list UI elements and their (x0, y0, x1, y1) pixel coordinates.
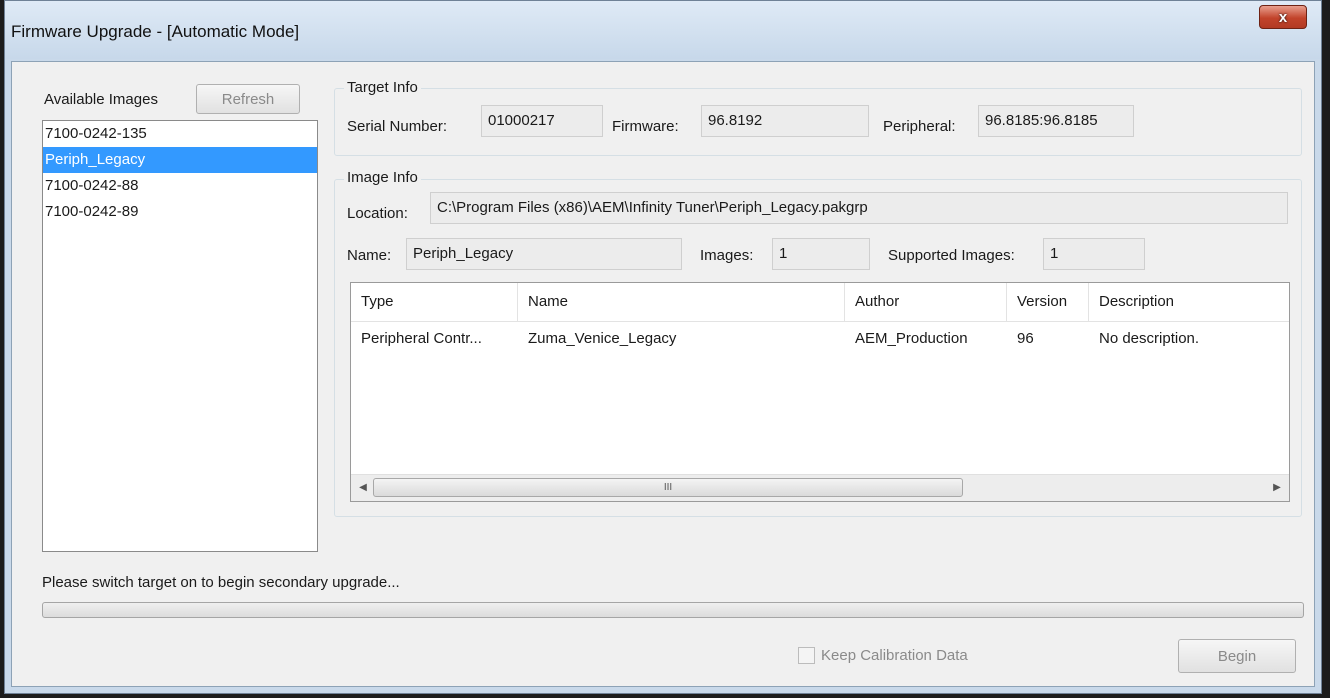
cell-description: No description. (1099, 330, 1200, 347)
cell-version: 96 (1017, 330, 1034, 347)
location-label: Location: (347, 205, 408, 222)
keep-calibration-checkbox[interactable] (798, 647, 815, 664)
images-label: Images: (700, 247, 754, 264)
upgrade-progress-bar (42, 602, 1304, 618)
table-row[interactable]: Peripheral Contr... Zuma_Venice_Legacy A… (351, 321, 1289, 357)
table-header: Type Name Author Version Description (351, 283, 1289, 322)
firmware-label: Firmware: (612, 118, 679, 135)
location-field: C:\Program Files (x86)\AEM\Infinity Tune… (430, 192, 1288, 224)
target-info-title: Target Info (344, 79, 421, 96)
images-field: 1 (772, 238, 870, 270)
status-text: Please switch target on to begin seconda… (42, 574, 400, 591)
horizontal-scrollbar[interactable]: ◀ III ▶ (351, 474, 1289, 501)
list-item[interactable]: 7100-0242-88 (43, 173, 317, 199)
begin-button[interactable]: Begin (1178, 639, 1296, 673)
close-button[interactable]: x (1259, 5, 1307, 29)
keep-calibration-label[interactable]: Keep Calibration Data (821, 647, 968, 664)
close-icon: x (1278, 8, 1288, 26)
firmware-field: 96.8192 (701, 105, 869, 137)
list-item[interactable]: 7100-0242-89 (43, 199, 317, 225)
refresh-button[interactable]: Refresh (196, 84, 300, 114)
cell-author: AEM_Production (855, 330, 968, 347)
name-label: Name: (347, 247, 392, 264)
firmware-upgrade-window: Firmware Upgrade - [Automatic Mode] x Av… (4, 0, 1322, 694)
column-header-version[interactable]: Version (1007, 283, 1089, 321)
scroll-thumb[interactable]: III (373, 478, 963, 497)
supported-images-label: Supported Images: (888, 247, 1015, 264)
cell-type: Peripheral Contr... (361, 330, 482, 347)
column-header-description[interactable]: Description (1089, 283, 1289, 321)
dialog-client-area: Available Images Refresh 7100-0242-135 P… (11, 61, 1315, 687)
cell-name: Zuma_Venice_Legacy (528, 330, 677, 347)
column-header-name[interactable]: Name (518, 283, 845, 321)
image-table[interactable]: Type Name Author Version Description Per… (350, 282, 1290, 502)
available-images-list[interactable]: 7100-0242-135 Periph_Legacy 7100-0242-88… (42, 120, 318, 552)
name-field: Periph_Legacy (406, 238, 682, 270)
scroll-left-icon[interactable]: ◀ (354, 479, 372, 497)
serial-number-label: Serial Number: (347, 118, 448, 135)
image-info-title: Image Info (344, 169, 421, 186)
list-item[interactable]: 7100-0242-135 (43, 121, 317, 147)
column-header-type[interactable]: Type (351, 283, 518, 321)
serial-number-field: 01000217 (481, 105, 603, 137)
window-title: Firmware Upgrade - [Automatic Mode] (11, 22, 300, 41)
column-header-author[interactable]: Author (845, 283, 1007, 321)
list-item-selected[interactable]: Periph_Legacy (43, 147, 317, 173)
scroll-right-icon[interactable]: ▶ (1268, 479, 1286, 497)
supported-images-field: 1 (1043, 238, 1145, 270)
peripheral-label: Peripheral: (883, 118, 956, 135)
peripheral-field: 96.8185:96.8185 (978, 105, 1134, 137)
title-bar: Firmware Upgrade - [Automatic Mode] x (5, 1, 1321, 59)
available-images-label: Available Images (44, 91, 158, 108)
